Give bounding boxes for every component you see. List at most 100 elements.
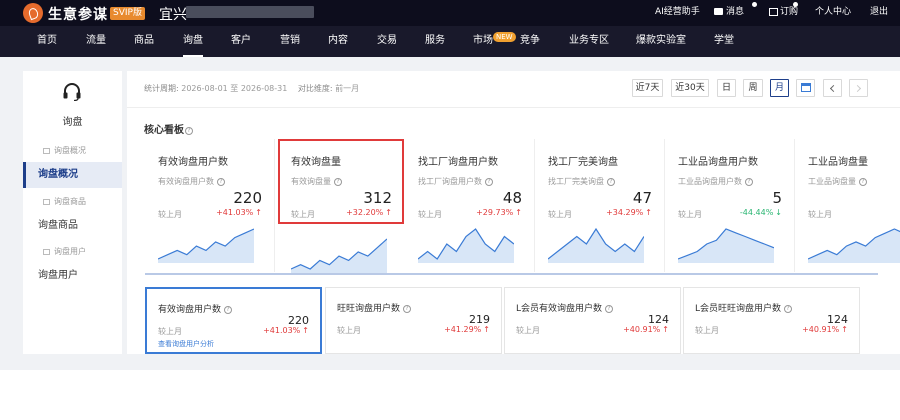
headset-icon [63, 83, 81, 101]
metric-change: +41.03% ↑ [216, 208, 262, 217]
prev-period-button[interactable] [823, 79, 842, 97]
metric-change: +29.73% ↑ [476, 208, 522, 217]
metric-subtitle: 工业品询盘用户数? [678, 176, 753, 187]
main-nav: 首页 流量 商品 询盘 客户 营销 内容 交易 服务 市场 NEW 竞争 业务专区… [0, 26, 900, 57]
sidebar-item-products[interactable]: 询盘商品 [23, 213, 122, 239]
nav-service[interactable]: 服务 [425, 26, 445, 57]
help-icon[interactable]: ? [403, 305, 412, 313]
help-icon[interactable]: ? [745, 178, 753, 186]
chevron-right-icon [853, 84, 862, 93]
nav-business-zone[interactable]: 业务专区 [569, 26, 609, 57]
ai-assistant-link[interactable]: AI经营助手 [655, 0, 700, 26]
arrow-up-icon: ↑ [515, 208, 522, 217]
range-month-button[interactable]: 月 [770, 79, 789, 97]
user-center-link[interactable]: 个人中心 [815, 0, 851, 26]
range-day-button[interactable]: 日 [717, 79, 736, 97]
metric-compare-label: 较上月 [291, 210, 315, 219]
shop-name[interactable]: 宜兴 [159, 4, 187, 24]
metric-card[interactable]: 找工厂询盘用户数 找工厂询盘用户数? 48 较上月 +29.73% ↑ [405, 139, 535, 272]
metric-card[interactable]: 有效询盘用户数 有效询盘用户数? 220 较上月 +41.03% ↑ [145, 139, 275, 272]
nav-content[interactable]: 内容 [328, 26, 348, 57]
shop-name-redacted [186, 6, 314, 18]
sub-metric-card[interactable]: L会员旺旺询盘用户数? 124 较上月 +40.91% ↑ [683, 287, 860, 354]
calendar-button[interactable] [796, 79, 815, 97]
metric-card-highlighted[interactable]: 有效询盘量 有效询盘量? 312 较上月 +32.20% ↑ [278, 139, 404, 273]
help-icon[interactable]: ? [605, 305, 614, 313]
metric-card[interactable]: 工业品询盘量 工业品询盘量? 较上月 [795, 139, 900, 272]
help-icon[interactable]: ? [334, 178, 342, 186]
metric-change-value: +29.73% [476, 208, 514, 217]
metric-card[interactable]: 工业品询盘用户数 工业品询盘用户数? 5 较上月 -44.44% ↓ [665, 139, 795, 272]
brand-logo-icon[interactable] [23, 3, 43, 23]
sparkline [291, 238, 387, 273]
nav-customers[interactable]: 客户 [231, 26, 251, 57]
help-icon[interactable]: ? [485, 178, 493, 186]
sidebar-item-overview[interactable]: 询盘概况 [23, 162, 122, 188]
sub-metric-card[interactable]: L会员有效询盘用户数? 124 较上月 +40.91% ↑ [504, 287, 681, 354]
nav-market[interactable]: 市场 NEW [473, 26, 517, 57]
folder-icon [43, 147, 50, 154]
sub-metric-card[interactable]: 有效询盘用户数? 220 较上月 +41.03% ↑ 查看询盘用户分析 [145, 287, 322, 354]
subscribe-dot [793, 2, 798, 7]
arrow-down-icon: ↓ [775, 208, 782, 217]
metric-subtitle: 工业品询盘量? [808, 176, 867, 187]
arrow-up-icon: ↑ [483, 325, 490, 334]
range-last30-button[interactable]: 近30天 [671, 79, 709, 97]
next-period-button[interactable] [849, 79, 868, 97]
sub-metric-title-text: 旺旺询盘用户数 [337, 304, 401, 314]
sparkline [158, 228, 254, 263]
sparkline [808, 228, 900, 263]
metric-subtitle-text: 工业品询盘用户数 [678, 177, 742, 186]
user-analysis-link[interactable]: 查看询盘用户分析 [158, 339, 214, 349]
help-icon[interactable]: ? [859, 178, 867, 186]
arrow-up-icon: ↑ [385, 208, 392, 217]
brand-name[interactable]: 生意参谋 [48, 4, 108, 24]
arrow-up-icon: ↑ [302, 326, 309, 335]
metric-subtitle: 有效询盘量? [291, 176, 342, 187]
metric-change-value: +34.29% [606, 208, 644, 217]
main-panel: 统计周期: 2026-08-01 至 2026-08-31 对比维度: 前一月 … [127, 71, 900, 354]
help-icon[interactable]: ? [185, 127, 193, 135]
logout-link[interactable]: 退出 [870, 0, 888, 26]
sub-metric-change-value: +40.91% [623, 325, 661, 334]
sidebar: 询盘 询盘概况 询盘概况 询盘商品 询盘商品 询盘用户 询盘用户 [23, 71, 122, 354]
range-week-button[interactable]: 周 [743, 79, 763, 97]
metric-title: 有效询盘用户数 [158, 157, 228, 168]
nav-trade[interactable]: 交易 [377, 26, 397, 57]
sub-metric-title-text: L会员有效询盘用户数 [516, 304, 603, 314]
metric-change: +34.29% ↑ [606, 208, 652, 217]
metric-card[interactable]: 找工厂完美询盘 找工厂完美询盘? 47 较上月 +34.29% ↑ [535, 139, 665, 272]
help-icon[interactable]: ? [224, 306, 233, 314]
sub-metric-title: L会员旺旺询盘用户数? [695, 301, 793, 314]
help-icon[interactable]: ? [217, 178, 225, 186]
cart-icon [769, 7, 778, 16]
metric-change-value: +32.20% [346, 208, 384, 217]
nav-academy[interactable]: 学堂 [714, 26, 734, 57]
nav-inquiry[interactable]: 询盘 [183, 26, 203, 57]
arrow-up-icon: ↑ [662, 325, 669, 334]
sub-metric-title-text: 有效询盘用户数 [158, 305, 222, 315]
metric-subtitle-text: 有效询盘量 [291, 177, 331, 186]
top-bar: 生意参谋 SVIP版 宜兴 AI经营助手 消息 订购 个人中心 退出 [0, 0, 900, 26]
sidebar-item-users[interactable]: 询盘用户 [23, 263, 122, 289]
metric-subtitle-text: 有效询盘用户数 [158, 177, 214, 186]
help-icon[interactable]: ? [607, 178, 615, 186]
sub-metric-card[interactable]: 旺旺询盘用户数? 219 较上月 +41.29% ↑ [325, 287, 502, 354]
metric-title: 找工厂完美询盘 [548, 157, 618, 168]
nav-home[interactable]: 首页 [37, 26, 57, 57]
sparkline-area [678, 229, 774, 263]
range-last7-button[interactable]: 近7天 [632, 79, 663, 97]
nav-competition[interactable]: 竞争 [520, 26, 540, 57]
help-icon[interactable]: ? [784, 305, 793, 313]
metric-value: 5 [772, 189, 782, 207]
nav-products[interactable]: 商品 [134, 26, 154, 57]
nav-marketing[interactable]: 营销 [280, 26, 300, 57]
metric-title: 找工厂询盘用户数 [418, 157, 498, 168]
nav-hot-lab[interactable]: 爆款实验室 [636, 26, 686, 57]
messages-link[interactable]: 消息 [714, 0, 744, 26]
nav-traffic[interactable]: 流量 [86, 26, 106, 57]
metric-compare-label: 较上月 [418, 210, 442, 219]
arrow-up-icon: ↑ [255, 208, 262, 217]
sub-metric-title: 有效询盘用户数? [158, 302, 233, 315]
metric-compare-label: 较上月 [808, 210, 832, 219]
